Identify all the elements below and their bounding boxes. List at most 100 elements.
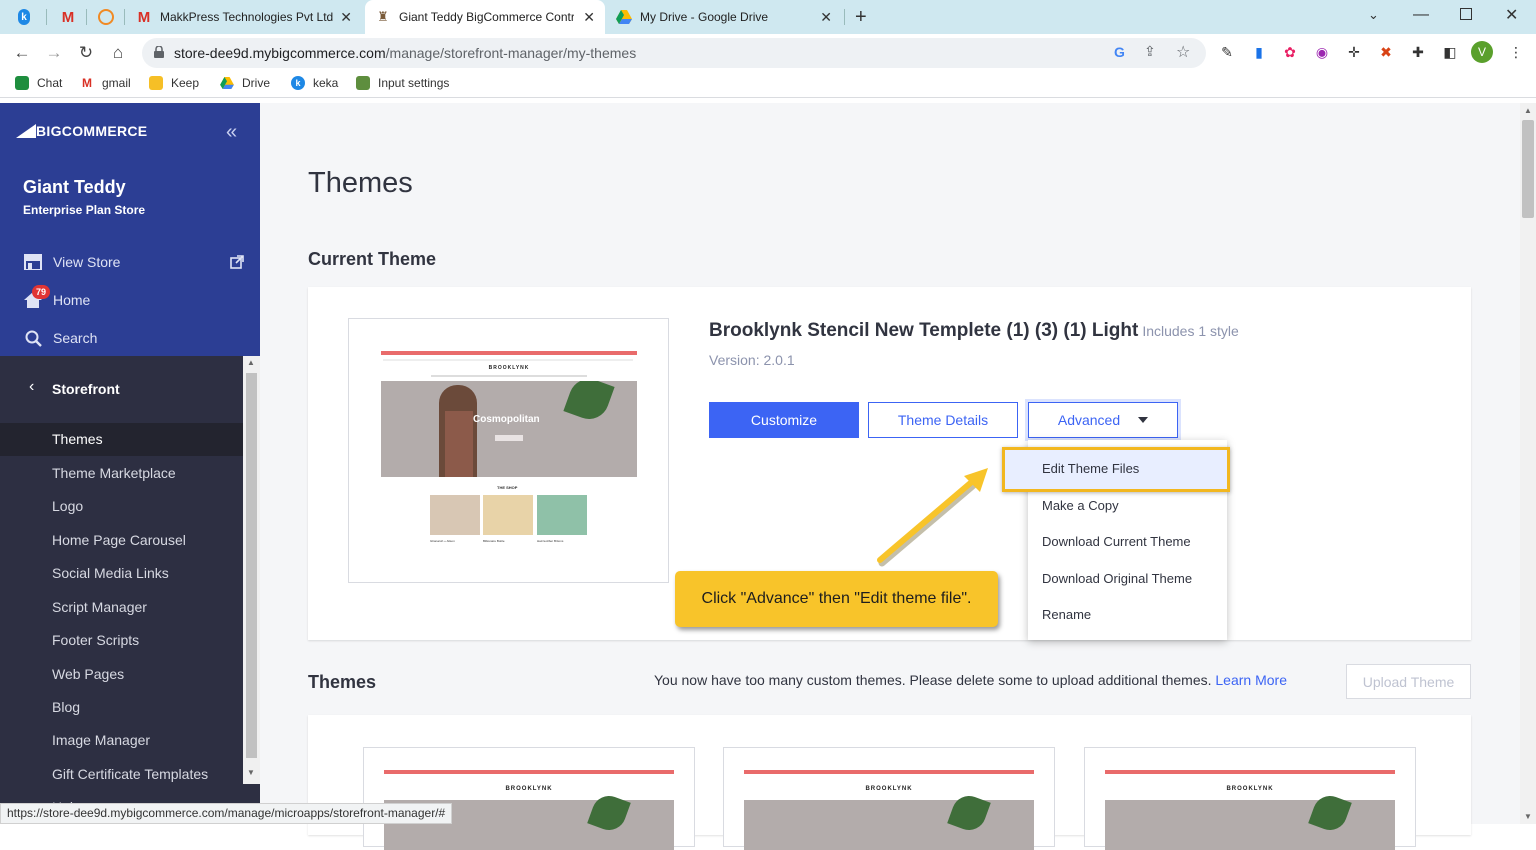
bookmark-chat[interactable]: Chat <box>15 76 62 90</box>
tab-gmail[interactable]: M <box>50 0 84 34</box>
minimize-icon[interactable]: — <box>1413 6 1429 24</box>
view-store-link[interactable]: View Store <box>24 253 120 271</box>
theme-card[interactable]: BROOKLYNK <box>1084 747 1416 850</box>
extension-icon[interactable]: ▮ <box>1250 43 1268 61</box>
storefront-section[interactable]: ‹ Storefront <box>0 356 243 422</box>
external-link-icon[interactable] <box>230 255 244 269</box>
sidebar-item-social-media-links[interactable]: Social Media Links <box>0 557 243 590</box>
bookmark-keep[interactable]: Keep <box>149 76 199 90</box>
preview-product-name: Hazza Alber Britons <box>537 539 564 543</box>
teddy-icon: ♜ <box>377 9 389 24</box>
bookmark-drive[interactable]: Drive <box>220 76 270 90</box>
extension-icon[interactable]: ◉ <box>1313 43 1331 61</box>
extension-icon[interactable]: ✖ <box>1377 43 1395 61</box>
rename-item[interactable]: Rename <box>1042 607 1091 622</box>
bookmark-gmail[interactable]: Mgmail <box>80 76 131 90</box>
status-bar-url: https://store-dee9d.mybigcommerce.com/ma… <box>0 803 453 824</box>
menu-icon[interactable]: ⋮ <box>1507 43 1525 61</box>
reload-icon[interactable]: ↻ <box>75 42 97 64</box>
theme-card[interactable]: BROOKLYNK <box>363 747 695 850</box>
drive-icon <box>616 9 632 25</box>
scroll-down-icon[interactable]: ▼ <box>247 768 255 777</box>
theme-details-button[interactable]: Theme Details <box>868 402 1018 438</box>
close-tab-icon[interactable]: ✕ <box>340 9 352 26</box>
theme-card[interactable]: BROOKLYNK <box>723 747 1055 850</box>
collapse-sidebar-icon[interactable]: « <box>226 121 237 144</box>
theme-version: Version: 2.0.1 <box>709 352 795 368</box>
sidebar-item-gift-certificate-templates[interactable]: Gift Certificate Templates <box>0 758 243 791</box>
bookmark-keka[interactable]: k keka <box>291 76 338 90</box>
close-tab-icon[interactable]: ✕ <box>583 9 595 26</box>
store-plan: Enterprise Plan Store <box>23 203 146 217</box>
sidebar-item-blog[interactable]: Blog <box>0 691 243 724</box>
sidebar-item-footer-scripts[interactable]: Footer Scripts <box>0 624 243 657</box>
sidebar-item-help[interactable]: Help <box>0 791 243 803</box>
preview-hero-title: Cosmopolitan <box>473 414 540 425</box>
sidebar-item-themes[interactable]: Themes <box>0 423 243 456</box>
close-tab-icon[interactable]: ✕ <box>820 9 832 26</box>
themes-heading: Themes <box>308 672 377 692</box>
home-icon[interactable]: ⌂ <box>107 42 129 64</box>
theme-preview-thumbnail[interactable]: BROOKLYNK Cosmopolitan THE SHOP Ghanaroh… <box>348 318 669 583</box>
preview-section-label: THE SHOP <box>497 485 518 490</box>
annotation-arrow <box>877 468 988 567</box>
sidebar-scrollbar-thumb[interactable] <box>246 373 257 758</box>
maximize-icon[interactable] <box>1460 8 1472 20</box>
keka-icon: k <box>291 76 305 90</box>
gmail-icon: M <box>137 8 151 26</box>
sidebar-item-web-pages[interactable]: Web Pages <box>0 658 243 691</box>
puzzle-icon[interactable]: ✚ <box>1409 43 1427 61</box>
profile-avatar[interactable]: V <box>1471 41 1493 63</box>
page-scrollbar-thumb[interactable] <box>1522 120 1534 218</box>
tab-google-drive[interactable]: My Drive - Google Drive ✕ <box>606 0 842 34</box>
bookmark-star-icon[interactable]: ☆ <box>1176 42 1190 62</box>
lock-icon <box>154 46 164 58</box>
advanced-button[interactable]: Advanced <box>1028 402 1178 438</box>
share-icon[interactable]: ⇪ <box>1144 43 1156 60</box>
sidebar-item-image-manager[interactable]: Image Manager <box>0 724 243 757</box>
tab-makkpress[interactable]: M MakkPress Technologies Pvt Ltd ✕ <box>126 0 362 34</box>
preview-logo: BROOKLYNK <box>865 786 913 792</box>
notification-badge: 79 <box>32 285 50 299</box>
sidebar-item-theme-marketplace[interactable]: Theme Marketplace <box>0 457 243 490</box>
sidebar: BIGCOMMERCE « Giant Teddy Enterprise Pla… <box>0 103 260 803</box>
tab-title: Giant Teddy BigCommerce Contr <box>399 10 574 24</box>
scroll-up-icon[interactable]: ▲ <box>1524 106 1532 115</box>
close-window-icon[interactable]: ✕ <box>1505 5 1518 25</box>
tab-app[interactable] <box>88 0 122 34</box>
make-copy-item[interactable]: Make a Copy <box>1042 498 1119 513</box>
upload-theme-button[interactable]: Upload Theme <box>1346 664 1471 699</box>
extension-icon[interactable]: ✎ <box>1218 43 1236 61</box>
scroll-up-icon[interactable]: ▲ <box>247 358 255 367</box>
extension-icon[interactable]: ✛ <box>1345 43 1363 61</box>
learn-more-link[interactable]: Learn More <box>1215 672 1287 688</box>
new-tab-icon[interactable]: + <box>855 6 867 29</box>
search-link[interactable]: Search <box>24 329 97 347</box>
tab-keka[interactable]: k <box>8 0 38 34</box>
sidebar-item-home-page-carousel[interactable]: Home Page Carousel <box>0 524 243 557</box>
tab-title: My Drive - Google Drive <box>640 10 769 24</box>
gmail-icon: M <box>82 76 92 90</box>
browser-tab-bar: k M M MakkPress Technologies Pvt Ltd ✕ ♜… <box>0 0 1536 34</box>
chevron-down-icon[interactable]: ⌄ <box>1368 7 1379 23</box>
bigcommerce-logo[interactable]: BIGCOMMERCE <box>16 123 147 139</box>
store-name: Giant Teddy <box>23 177 126 197</box>
browser-toolbar: ← → ↻ ⌂ store-dee9d.mybigcommerce.com/ma… <box>0 34 1536 72</box>
download-original-theme-item[interactable]: Download Original Theme <box>1042 571 1192 586</box>
back-icon[interactable]: ← <box>11 42 33 64</box>
sidebar-item-logo[interactable]: Logo <box>0 490 243 523</box>
bookmark-input-settings[interactable]: Input settings <box>356 76 449 90</box>
edit-theme-files-item[interactable]: Edit Theme Files <box>1002 447 1230 492</box>
color-extension-icon[interactable]: ✿ <box>1281 43 1299 61</box>
address-bar[interactable]: store-dee9d.mybigcommerce.com/manage/sto… <box>142 38 1206 68</box>
advanced-label: Advanced <box>1057 412 1121 428</box>
google-icon[interactable]: G <box>1114 44 1125 60</box>
forward-icon[interactable]: → <box>43 42 65 64</box>
sidebar-item-script-manager[interactable]: Script Manager <box>0 591 243 624</box>
tab-bigcommerce[interactable]: ♜ Giant Teddy BigCommerce Contr ✕ <box>365 0 605 34</box>
customize-button[interactable]: Customize <box>709 402 859 438</box>
download-current-theme-item[interactable]: Download Current Theme <box>1042 534 1191 549</box>
section-label: Storefront <box>52 381 120 397</box>
scroll-down-icon[interactable]: ▼ <box>1524 812 1532 821</box>
side-panel-icon[interactable]: ◧ <box>1441 43 1459 61</box>
